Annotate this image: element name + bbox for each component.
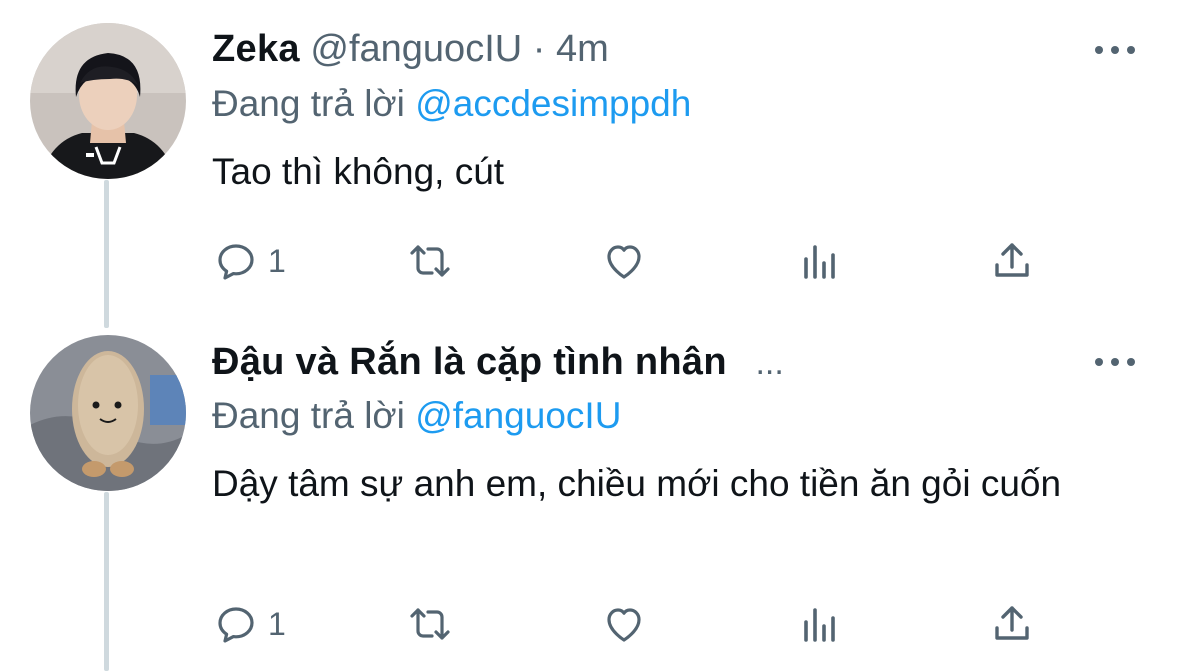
display-name[interactable]: Đậu và Rắn là cặp tình nhân bbox=[212, 341, 727, 383]
share-icon bbox=[995, 606, 1029, 640]
separator-dot: · bbox=[532, 28, 546, 70]
dot bbox=[1127, 358, 1135, 366]
user-handle[interactable]: @fanguocIU bbox=[310, 28, 522, 70]
analytics-icon bbox=[804, 608, 835, 642]
reply-button[interactable]: 1 bbox=[212, 599, 286, 649]
heart-icon bbox=[607, 608, 641, 642]
heart-icon bbox=[607, 245, 641, 279]
share-button[interactable] bbox=[988, 236, 1036, 286]
like-button[interactable] bbox=[600, 599, 648, 649]
reply-icon bbox=[218, 244, 254, 280]
share-icon bbox=[995, 243, 1029, 277]
dot bbox=[1095, 358, 1103, 366]
avatar-photo-person-icon bbox=[30, 23, 186, 179]
reply-mention-link[interactable]: @fanguocIU bbox=[415, 395, 621, 436]
retweet-button[interactable] bbox=[406, 599, 454, 649]
more-options-icon[interactable] bbox=[1095, 352, 1135, 372]
reply-count: 1 bbox=[268, 605, 286, 642]
analytics-button[interactable] bbox=[796, 599, 844, 649]
analytics-button[interactable] bbox=[796, 236, 844, 286]
tweet-text: Dậy tâm sự anh em, chiều mới cho tiền ăn… bbox=[212, 463, 1062, 504]
share-button[interactable] bbox=[988, 599, 1036, 649]
name-truncation: ... bbox=[755, 344, 784, 382]
reply-icon bbox=[218, 607, 254, 643]
retweet-icon bbox=[410, 245, 450, 277]
thread-line bbox=[104, 180, 109, 328]
tweet-actions: 1 bbox=[212, 599, 1052, 649]
replying-to: Đang trả lời @accdesimppdh bbox=[212, 82, 691, 126]
dot bbox=[1111, 46, 1119, 54]
avatar-plush-toy-icon bbox=[30, 335, 186, 491]
reply-button[interactable]: 1 bbox=[212, 236, 286, 286]
tweet-actions: 1 bbox=[212, 236, 1052, 286]
more-options-icon[interactable] bbox=[1095, 40, 1135, 60]
replying-to: Đang trả lời @fanguocIU bbox=[212, 394, 621, 438]
display-name[interactable]: Zeka bbox=[212, 28, 300, 70]
retweet-button[interactable] bbox=[406, 236, 454, 286]
reply-count: 1 bbox=[268, 242, 286, 279]
thread-line bbox=[104, 492, 109, 671]
tweet-header: Zeka @fanguocIU · 4m bbox=[212, 26, 609, 72]
tweet-text: Tao thì không, cút bbox=[212, 151, 505, 192]
avatar[interactable] bbox=[30, 335, 186, 491]
analytics-icon bbox=[804, 245, 835, 279]
dot bbox=[1127, 46, 1135, 54]
like-button[interactable] bbox=[600, 236, 648, 286]
retweet-icon bbox=[410, 608, 450, 640]
tweet-header: Đậu và Rắn là cặp tình nhân ... bbox=[212, 339, 784, 386]
avatar[interactable] bbox=[30, 23, 186, 179]
replying-to-label: Đang trả lời bbox=[212, 83, 405, 124]
dot bbox=[1111, 358, 1119, 366]
replying-to-label: Đang trả lời bbox=[212, 395, 405, 436]
reply-mention-link[interactable]: @accdesimppdh bbox=[415, 83, 691, 124]
dot bbox=[1095, 46, 1103, 54]
timestamp[interactable]: 4m bbox=[556, 28, 609, 70]
